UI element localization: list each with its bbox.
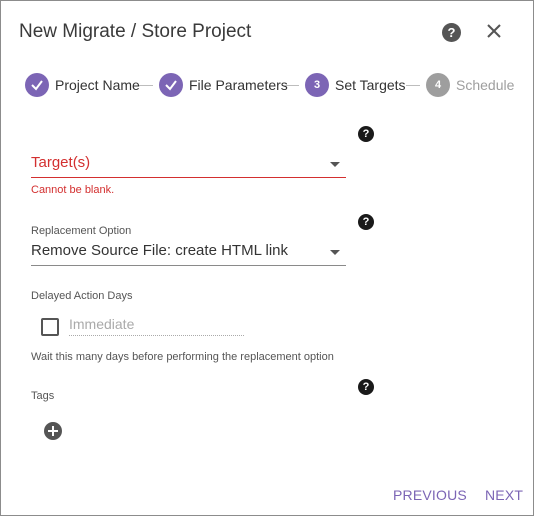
dialog-title: New Migrate / Store Project (19, 21, 252, 42)
step-project-name[interactable]: Project Name (25, 72, 140, 98)
migrate-project-dialog: New Migrate / Store Project ? Project Na… (0, 0, 534, 516)
step-connector (285, 85, 299, 86)
check-icon (25, 73, 49, 97)
help-icon[interactable]: ? (442, 23, 461, 42)
step-set-targets[interactable]: 3 Set Targets (305, 72, 406, 98)
step-label: Set Targets (335, 77, 406, 93)
close-icon[interactable] (485, 22, 503, 40)
replacement-value: Remove Source File: create HTML link (31, 242, 289, 259)
replacement-label: Replacement Option (31, 225, 132, 237)
check-icon (159, 73, 183, 97)
replacement-select[interactable]: Remove Source File: create HTML link (31, 240, 346, 266)
step-label: File Parameters (189, 77, 288, 93)
previous-button[interactable]: PREVIOUS (393, 487, 467, 503)
dropdown-arrow-icon (330, 162, 340, 167)
step-file-parameters[interactable]: File Parameters (159, 72, 288, 98)
step-connector (406, 85, 420, 86)
delayed-label: Delayed Action Days (31, 290, 133, 302)
step-schedule[interactable]: 4 Schedule (426, 72, 514, 98)
help-icon[interactable]: ? (358, 379, 374, 395)
delayed-hint: Wait this many days before performing th… (31, 351, 334, 363)
step-number: 3 (305, 73, 329, 97)
stepper: Project Name File Parameters 3 Set Targe… (25, 72, 525, 98)
targets-value: Target(s) (31, 154, 91, 171)
step-label: Schedule (456, 77, 515, 93)
dropdown-arrow-icon (330, 250, 340, 255)
help-icon[interactable]: ? (358, 214, 374, 230)
delayed-days-input[interactable] (69, 312, 244, 336)
delayed-checkbox[interactable] (41, 318, 59, 336)
targets-select[interactable]: Target(s) (31, 152, 346, 178)
help-icon[interactable]: ? (358, 126, 374, 142)
next-button[interactable]: NEXT (485, 487, 523, 503)
targets-error: Cannot be blank. (31, 184, 115, 196)
step-number: 4 (426, 73, 450, 97)
step-connector (139, 85, 153, 86)
add-tag-icon[interactable] (44, 422, 62, 440)
step-label: Project Name (55, 77, 140, 93)
tags-label: Tags (31, 390, 55, 402)
